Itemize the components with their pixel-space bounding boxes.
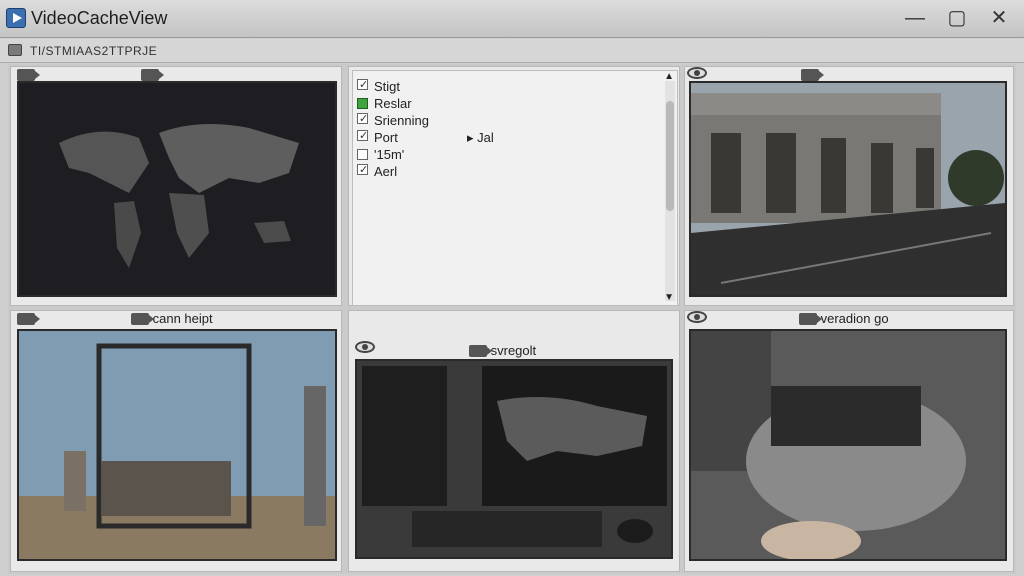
scrollbar-thumb[interactable] [666, 101, 674, 211]
thumbnail-image [355, 359, 673, 559]
checkbox[interactable] [357, 130, 368, 141]
list-item[interactable]: Srienning [357, 113, 429, 128]
list-item[interactable]: Reslar [357, 96, 412, 111]
caption-text: svregolt [490, 343, 537, 358]
checkbox[interactable] [357, 98, 368, 109]
list-item-label: Srienning [374, 113, 429, 128]
scrollbar[interactable] [665, 81, 675, 301]
room-image [19, 331, 335, 559]
keyboard-image [691, 331, 1005, 559]
app-icon [6, 8, 26, 28]
camera-icon [141, 69, 164, 81]
list-item[interactable]: Port ▸ Jal [357, 130, 494, 145]
list-item-label: Port [374, 130, 398, 145]
list-item-label: Reslar [374, 96, 412, 111]
list-item[interactable]: Aerl [357, 164, 397, 179]
title-bar: VideoCacheView — ▢ ✕ [0, 0, 1024, 38]
caption-text: veradion go [820, 311, 889, 326]
eye-icon [355, 341, 375, 353]
scroll-up-icon[interactable]: ▲ [664, 71, 674, 82]
thumbnail-cell[interactable]: veradion go [684, 310, 1014, 572]
list-item[interactable]: Stigt [357, 79, 400, 94]
checkbox[interactable] [357, 149, 368, 160]
thumbnail-image [17, 81, 337, 297]
list-item[interactable]: '15m' [357, 147, 404, 162]
thumbnail-cell[interactable] [10, 66, 342, 306]
camera-icon [469, 345, 492, 357]
list-item-extra: ▸ Jal [467, 130, 494, 145]
thumbnail-caption: cann heipt [131, 311, 213, 326]
thumbnail-caption: svregolt [469, 343, 536, 358]
thumbnail-image [17, 329, 337, 561]
camera-icon [799, 313, 822, 325]
caption-text: cann heipt [152, 311, 213, 326]
street-building-image [691, 83, 1005, 295]
list-item-label: '15m' [374, 147, 405, 162]
close-button[interactable]: ✕ [982, 4, 1016, 32]
thumbnail-cell[interactable]: cann heipt [10, 310, 342, 572]
toolbar-icon[interactable] [8, 44, 22, 56]
eye-icon [687, 67, 707, 79]
thumbnail-cell[interactable]: svregolt [348, 310, 680, 572]
monitor-image [357, 361, 671, 557]
maximize-button[interactable]: ▢ [940, 4, 974, 32]
minimize-button[interactable]: — [898, 4, 932, 32]
window-title: VideoCacheView [31, 8, 168, 28]
thumbnail-image [689, 329, 1007, 561]
checkbox[interactable] [357, 164, 368, 175]
camera-icon [17, 313, 40, 325]
scroll-down-icon[interactable]: ▼ [664, 292, 674, 303]
camera-icon [801, 69, 824, 81]
toolbar: TI/STMIAAS2TTPRJE [0, 39, 1024, 63]
checkbox[interactable] [357, 113, 368, 124]
toolbar-text: TI/STMIAAS2TTPRJE [30, 44, 158, 58]
thumbnail-caption: veradion go [799, 311, 889, 326]
thumbnail-image [689, 81, 1007, 297]
camera-icon [131, 313, 154, 325]
checkbox[interactable] [357, 79, 368, 90]
world-map-image [19, 83, 335, 295]
list-item-label: Stigt [374, 79, 401, 94]
list-item-label: Aerl [374, 164, 398, 179]
file-list[interactable]: Stigt Reslar Srienning Port ▸ Jal '15m' … [352, 70, 678, 306]
thumbnail-cell[interactable] [684, 66, 1014, 306]
eye-icon [687, 311, 707, 323]
camera-icon [17, 69, 40, 81]
list-item-extra-text: Jal [477, 130, 494, 145]
